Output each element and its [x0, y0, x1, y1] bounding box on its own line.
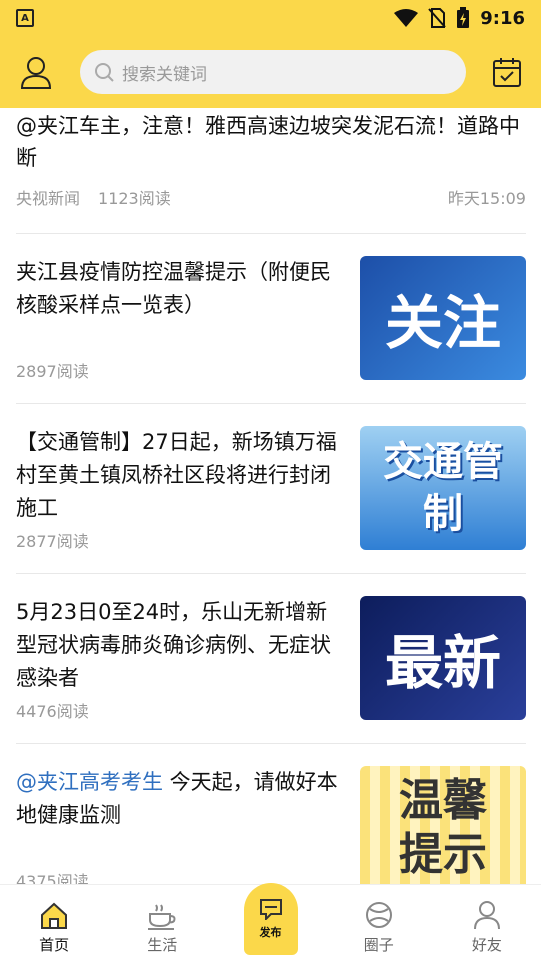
user-icon: [20, 57, 52, 89]
top-header: 搜索关键词: [0, 36, 541, 108]
nav-friends[interactable]: 好友: [433, 885, 541, 963]
thumbnail-text: 温馨提示: [399, 775, 487, 880]
status-icons: 9:16: [394, 7, 525, 29]
news-reads: 2897阅读: [16, 362, 89, 381]
news-item[interactable]: @夹江高考考生 今天起，请做好本地健康监测 4375阅读 温馨提示: [16, 744, 526, 884]
news-thumbnail: 最新: [360, 596, 526, 720]
news-time: 昨天15:09: [447, 189, 526, 208]
profile-button[interactable]: [16, 52, 56, 92]
nav-publish[interactable]: 发布: [216, 883, 324, 963]
app-notification-icon: A: [16, 9, 34, 27]
friend-icon: [473, 901, 500, 930]
home-icon: [41, 902, 68, 929]
news-reads: 1123阅读: [98, 189, 171, 208]
news-title: @夹江车主，注意！雅西高速边坡突发泥石流！道路中断: [16, 114, 520, 170]
nav-life[interactable]: 生活: [108, 885, 216, 963]
search-placeholder: 搜索关键词: [122, 64, 207, 85]
news-title: @夹江高考考生 今天起，请做好本地健康监测: [16, 766, 346, 832]
battery-charging-icon: [457, 7, 470, 28]
news-reads: 2877阅读: [16, 532, 89, 551]
news-thumbnail: 关注: [360, 256, 526, 380]
news-title: 夹江县疫情防控温馨提示（附便民核酸采样点一览表）: [16, 260, 331, 317]
news-item[interactable]: 【交通管制】27日起，新场镇万福村至黄土镇凤桥社区段将进行封闭施工 2877阅读…: [16, 404, 526, 574]
nav-circle[interactable]: 圈子: [325, 885, 433, 963]
circle-group-icon: [365, 902, 392, 928]
nav-label: 圈子: [363, 936, 394, 954]
nav-home[interactable]: 首页: [0, 885, 108, 963]
news-item[interactable]: @夹江车主，注意！雅西高速边坡突发泥石流！道路中断 央视新闻 1123阅读 昨天…: [16, 108, 526, 234]
bottom-nav: 首页 生活 发布 圈子 好友: [0, 883, 541, 963]
search-icon: [95, 63, 114, 82]
thumbnail-text: 关注: [384, 289, 501, 357]
status-bar: A 9:16: [0, 0, 541, 36]
wifi-icon: [394, 9, 419, 27]
calendar-check-icon: [493, 58, 521, 87]
clock: 9:16: [480, 7, 525, 29]
nav-label: 生活: [147, 936, 178, 954]
news-tag[interactable]: @夹江高考考生: [16, 770, 163, 794]
publish-label: 发布: [259, 926, 282, 939]
news-meta: 央视新闻 1123阅读 昨天15:09: [16, 185, 526, 209]
news-reads: 4476阅读: [16, 702, 89, 721]
thumbnail-text: 最新: [384, 629, 501, 697]
chat-bubble-icon: [259, 899, 282, 920]
calendar-button[interactable]: [489, 54, 525, 90]
news-thumbnail: 交通管制: [360, 426, 526, 550]
search-input[interactable]: 搜索关键词: [80, 50, 466, 94]
news-source: 央视新闻: [16, 189, 81, 208]
news-thumbnail: 温馨提示: [360, 766, 526, 884]
news-title: 【交通管制】27日起，新场镇万福村至黄土镇凤桥社区段将进行封闭施工: [16, 430, 337, 520]
no-sim-icon: [428, 8, 446, 28]
news-feed[interactable]: @夹江车主，注意！雅西高速边坡突发泥石流！道路中断 央视新闻 1123阅读 昨天…: [0, 108, 541, 884]
news-item[interactable]: 5月23日0至24时，乐山无新增新型冠状病毒肺炎确诊病例、无症状感染者 4476…: [16, 574, 526, 744]
thumbnail-text: 交通管制: [383, 439, 503, 537]
news-item[interactable]: 夹江县疫情防控温馨提示（附便民核酸采样点一览表） 2897阅读 关注: [16, 234, 526, 404]
coffee-cup-icon: [148, 904, 176, 930]
publish-button[interactable]: 发布: [243, 883, 298, 955]
nav-label: 好友: [471, 936, 502, 954]
news-title: 5月23日0至24时，乐山无新增新型冠状病毒肺炎确诊病例、无症状感染者: [16, 600, 331, 690]
news-reads: 4375阅读: [16, 872, 89, 884]
nav-label: 首页: [39, 936, 70, 954]
